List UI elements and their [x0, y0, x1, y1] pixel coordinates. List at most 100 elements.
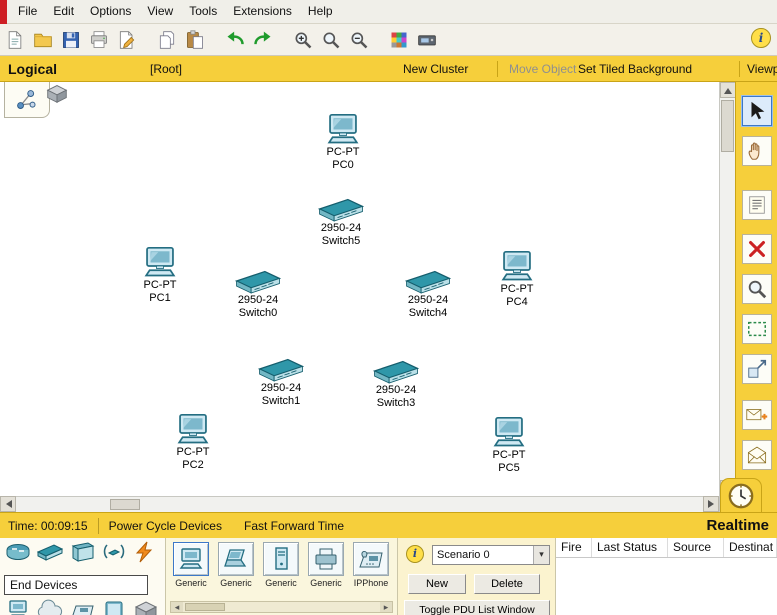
redo-button[interactable]	[250, 27, 276, 53]
open-button[interactable]	[30, 27, 56, 53]
category-custom-button[interactable]	[132, 598, 160, 615]
device-switch1[interactable]: 2950-24 Switch1	[241, 356, 321, 408]
new-button[interactable]	[2, 27, 28, 53]
switch-icon	[317, 196, 365, 222]
paste-button[interactable]	[182, 27, 208, 53]
category-switches-button[interactable]	[36, 540, 64, 564]
power-cycle-devices-button[interactable]: Power Cycle Devices	[109, 519, 222, 533]
canvas-vertical-scrollbar[interactable]	[719, 82, 736, 496]
palette-scroll-right[interactable]: ▸	[380, 602, 392, 612]
draw-polygon-tool-button[interactable]	[742, 314, 772, 344]
category-hubs-button[interactable]	[68, 540, 96, 564]
menu-help[interactable]: Help	[300, 0, 341, 23]
logical-workspace-canvas[interactable]: PC-PT PC0 2950-24 Switch5 PC-PT PC1 2950-24 Swi…	[0, 82, 719, 496]
fast-forward-time-button[interactable]: Fast Forward Time	[244, 519, 344, 533]
device-switch0[interactable]: 2950-24 Switch0	[218, 268, 298, 320]
move-object-button[interactable]: Move Object	[509, 56, 576, 82]
edit-button[interactable]	[114, 27, 140, 53]
delete-scenario-button[interactable]: Delete	[474, 574, 540, 594]
save-button[interactable]	[58, 27, 84, 53]
palette-scroll-thumb[interactable]	[185, 603, 225, 611]
pc-icon	[490, 416, 528, 449]
zoom-out-button[interactable]	[346, 27, 372, 53]
device-category-selector: End Devices	[0, 538, 166, 615]
info-button[interactable]: i	[751, 28, 771, 48]
resize-shape-tool-button[interactable]	[742, 354, 772, 384]
menu-edit[interactable]: Edit	[45, 0, 82, 23]
palette-item-ipphone[interactable]: IPPhone	[352, 542, 390, 589]
custom-device-button[interactable]	[414, 27, 440, 53]
back-device-icon[interactable]	[44, 82, 70, 106]
custom-device-icon	[417, 30, 437, 50]
scroll-right-button[interactable]	[703, 496, 719, 512]
palette-item-server[interactable]: Generic	[262, 542, 300, 589]
device-pc0[interactable]: PC-PT PC0	[303, 113, 383, 172]
device-pc5[interactable]: PC-PT PC5	[469, 416, 549, 475]
scenario-select[interactable]: Scenario 0 ▾	[432, 545, 550, 565]
set-tiled-background-button[interactable]: Set Tiled Background	[578, 56, 692, 82]
add-simple-pdu-tool-button[interactable]	[742, 400, 772, 430]
copy-button[interactable]	[154, 27, 180, 53]
menu-tools[interactable]: Tools	[181, 0, 225, 23]
viewport-button[interactable]: Viewport	[747, 56, 777, 82]
new-cluster-button[interactable]: New Cluster	[403, 56, 468, 82]
info-icon: i	[412, 547, 418, 560]
scroll-up-button[interactable]	[720, 82, 736, 98]
pdu-column-destinat: Destinat	[724, 538, 777, 557]
workspace-mode-bar: Logical [Root] New Cluster Move Object S…	[0, 56, 777, 82]
new-scenario-button[interactable]: New	[408, 574, 466, 594]
palette-item-label: Generic	[175, 578, 207, 588]
redo-icon	[253, 30, 273, 50]
pdu-column-source: Source	[668, 538, 724, 557]
horizontal-scroll-thumb[interactable]	[110, 499, 140, 510]
inspect-tool-button[interactable]	[742, 274, 772, 304]
realtime-mode-tab[interactable]	[720, 478, 762, 512]
menu-options[interactable]: Options	[82, 0, 139, 23]
category-phones-button[interactable]	[68, 598, 96, 615]
undo-button[interactable]	[222, 27, 248, 53]
category-tablets-button[interactable]	[100, 598, 128, 615]
save-icon	[61, 30, 81, 50]
add-complex-pdu-tool-button[interactable]	[742, 440, 772, 470]
move-layout-tool-button[interactable]	[742, 136, 772, 166]
palette-scrollbar[interactable]: ◂ ▸	[170, 601, 393, 613]
palette-scroll-left[interactable]: ◂	[171, 602, 183, 612]
toggle-pdu-list-button[interactable]: Toggle PDU List Window	[404, 600, 550, 615]
zoom-reset-button[interactable]	[318, 27, 344, 53]
category-wireless-devices-button[interactable]	[100, 540, 128, 564]
device-pc4[interactable]: PC-PT PC4	[477, 250, 557, 309]
palette-button[interactable]	[386, 27, 412, 53]
delete-tool-button[interactable]	[742, 234, 772, 264]
vertical-scroll-thumb[interactable]	[721, 100, 734, 152]
menu-file[interactable]: File	[10, 0, 45, 23]
scroll-left-button[interactable]	[0, 496, 16, 512]
device-model-label: PC-PT	[500, 283, 534, 295]
category-connections-button[interactable]	[132, 540, 160, 564]
select-tool-button[interactable]	[742, 96, 772, 126]
category-routers-button[interactable]	[4, 540, 32, 564]
canvas-horizontal-scrollbar[interactable]	[0, 496, 719, 512]
device-pc2[interactable]: PC-PT PC2	[153, 413, 233, 472]
device-switch4[interactable]: 2950-24 Switch4	[388, 268, 468, 320]
select-icon	[746, 100, 768, 122]
device-switch5[interactable]: 2950-24 Switch5	[301, 196, 381, 248]
zoom-in-button[interactable]	[290, 27, 316, 53]
pc-icon	[141, 246, 179, 279]
place-note-tool-button[interactable]	[742, 190, 772, 220]
device-model-label: 2950-24	[375, 384, 417, 396]
category-end-devices-button[interactable]	[4, 598, 32, 615]
device-name-label: Switch4	[408, 307, 448, 319]
category-emulation-button[interactable]	[36, 598, 64, 615]
device-switch3[interactable]: 2950-24 Switch3	[356, 358, 436, 410]
palette-item-pc[interactable]: Generic	[172, 542, 210, 589]
palette-item-laptop[interactable]: Generic	[217, 542, 255, 589]
print-button[interactable]	[86, 27, 112, 53]
palette-item-printer[interactable]: Generic	[307, 542, 345, 589]
menu-extensions[interactable]: Extensions	[225, 0, 300, 23]
menu-view[interactable]: View	[139, 0, 181, 23]
device-pc1[interactable]: PC-PT PC1	[120, 246, 200, 305]
root-breadcrumb[interactable]: [Root]	[150, 56, 182, 82]
scenario-info-button[interactable]: i	[406, 545, 424, 563]
logical-tab[interactable]: Logical	[8, 56, 57, 82]
device-name-label: PC2	[182, 459, 204, 471]
